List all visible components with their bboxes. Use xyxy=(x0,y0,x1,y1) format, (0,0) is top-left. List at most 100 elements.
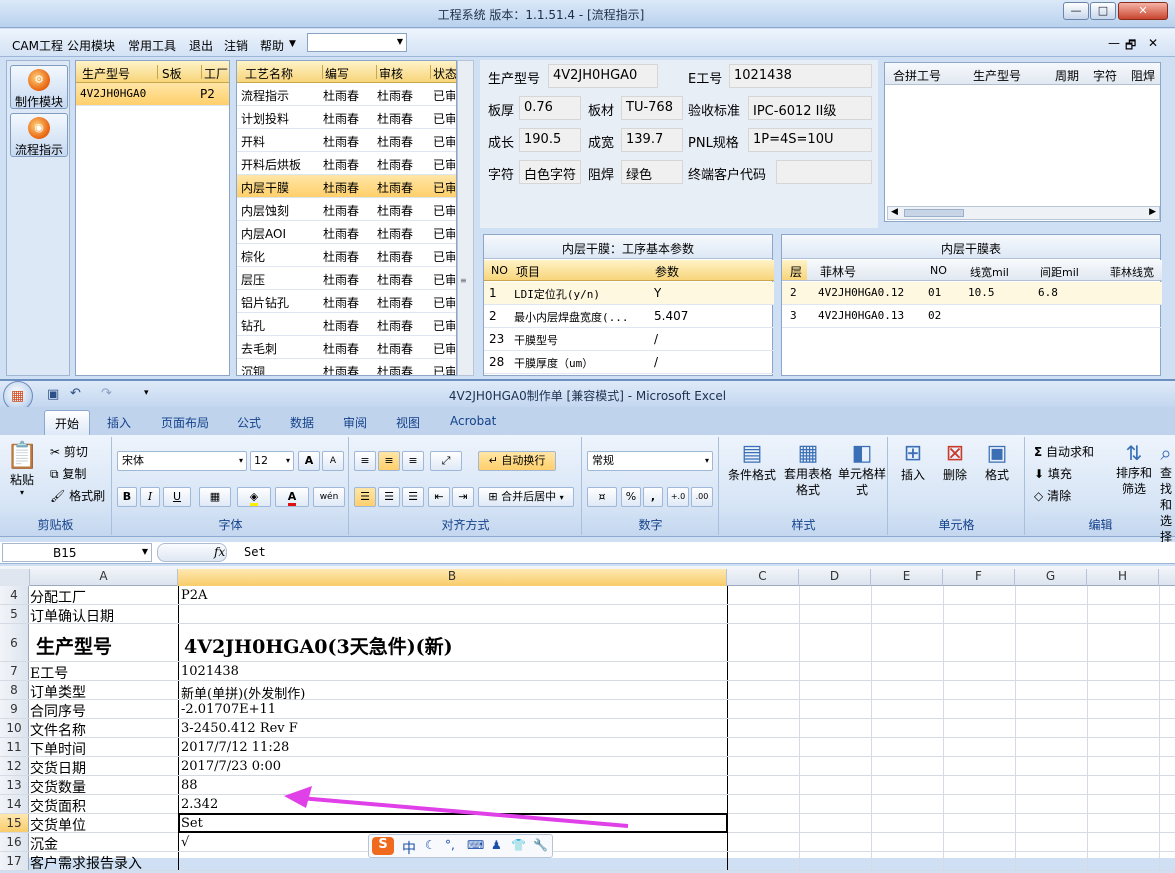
process-row[interactable]: 棕化 杜雨春 杜雨春 已审 xyxy=(237,244,456,267)
format-painter-button[interactable]: 🖌 格式刷 xyxy=(50,487,105,504)
process-row[interactable]: 内层干膜 杜雨春 杜雨春 已审 xyxy=(237,175,456,198)
nav-make-module[interactable]: ⚙ 制作模块 xyxy=(10,65,68,109)
tab-insert[interactable]: 插入 xyxy=(107,414,131,431)
copy-button[interactable]: ⧉ 复制 xyxy=(50,465,86,482)
col-e[interactable]: E xyxy=(871,569,943,586)
col-c[interactable]: C xyxy=(727,569,799,586)
model-row[interactable]: 4V2JH0HGA0 P2 xyxy=(76,83,229,106)
font-color-button[interactable]: A xyxy=(275,487,309,507)
sort-filter-button[interactable]: ⇅ 排序和筛选 xyxy=(1114,441,1154,497)
col-film-seq[interactable]: NO xyxy=(930,264,947,277)
underline-button[interactable]: U xyxy=(163,487,191,507)
col-author[interactable]: 编写 xyxy=(325,65,377,81)
tab-review[interactable]: 审阅 xyxy=(343,414,367,431)
fill-button[interactable]: ⬇ 填充 xyxy=(1034,465,1072,482)
col-params-no[interactable]: NO xyxy=(491,264,508,277)
menu-cam[interactable]: CAM工程 xyxy=(12,37,63,54)
col-merge-no[interactable]: 合拼工号 xyxy=(893,67,941,84)
col-merge-mask[interactable]: 阻焊 xyxy=(1131,67,1155,84)
italic-button[interactable]: I xyxy=(140,487,160,507)
ime-mode-toggle[interactable]: 中 xyxy=(402,838,416,858)
col-b[interactable]: B xyxy=(178,569,727,586)
tab-acrobat[interactable]: Acrobat xyxy=(450,414,496,428)
process-row[interactable]: 开料 杜雨春 杜雨春 已审 xyxy=(237,129,456,152)
align-left-button[interactable]: ☰ xyxy=(354,487,376,507)
process-row[interactable]: 内层AOI 杜雨春 杜雨春 已审 xyxy=(237,221,456,244)
wrap-text-button[interactable]: ↵ 自动换行 xyxy=(478,451,556,471)
pnl-field[interactable]: 1P=4S=10U xyxy=(748,128,872,152)
shrink-font-button[interactable]: A xyxy=(322,451,344,471)
keyboard-icon[interactable]: ⌨ xyxy=(467,838,484,852)
std-field[interactable]: IPC-6012 II级 xyxy=(748,96,872,120)
length-field[interactable]: 190.5 xyxy=(519,128,581,152)
insert-cells-button[interactable]: ⊞ 插入 xyxy=(895,441,931,483)
process-row[interactable]: 层压 杜雨春 杜雨春 已审 xyxy=(237,267,456,290)
tab-formulas[interactable]: 公式 xyxy=(237,414,261,431)
params-row[interactable]: 1 LDI定位孔(y/n) Y xyxy=(484,282,774,305)
font-size-select[interactable]: 12 ▾ xyxy=(250,451,294,471)
number-format-select[interactable]: 常规 ▾ xyxy=(587,451,713,471)
col-reviewer[interactable]: 审核 xyxy=(379,65,431,81)
percent-button[interactable]: % xyxy=(621,487,641,507)
merge-hscrollbar[interactable]: ◀ ▶ xyxy=(887,206,1160,220)
col-params-item[interactable]: 项目 xyxy=(516,263,540,280)
conditional-format-button[interactable]: ▤ 条件格式 xyxy=(726,441,778,483)
nav-flow-indicator[interactable]: ◉ 流程指示 xyxy=(10,113,68,157)
col-status[interactable]: 状态 xyxy=(433,65,456,81)
tab-data[interactable]: 数据 xyxy=(290,414,314,431)
customer-field[interactable] xyxy=(776,160,872,184)
material-field[interactable]: TU-768 xyxy=(621,96,683,120)
col-model[interactable]: 生产型号 xyxy=(82,65,158,81)
increase-decimal-button[interactable]: +.0 xyxy=(667,487,689,507)
clear-button[interactable]: ◇ 清除 xyxy=(1034,487,1071,504)
close-button[interactable]: ✕ xyxy=(1118,2,1168,20)
col-params-value[interactable]: 参数 xyxy=(655,263,679,280)
fill-color-button[interactable]: ◈ xyxy=(237,487,271,507)
col-g[interactable]: G xyxy=(1015,569,1087,586)
col-film-spacing[interactable]: 间距mil xyxy=(1040,264,1079,280)
width-field[interactable]: 139.7 xyxy=(621,128,683,152)
eno-field[interactable]: 1021438 xyxy=(729,64,872,88)
params-row[interactable]: 2 最小内层焊盘宽度(... 5.407 xyxy=(484,305,774,328)
col-film-linewidth[interactable]: 线宽mil xyxy=(970,264,1009,280)
merge-center-button[interactable]: ⊞ 合并后居中 ▾ xyxy=(478,487,574,507)
minimize-button[interactable]: — xyxy=(1063,2,1089,20)
mdi-restore-button[interactable]: 🗗 xyxy=(1125,36,1136,57)
char-field[interactable]: 白色字符 xyxy=(519,160,581,184)
film-row[interactable]: 3 4V2JH0HGA0.13 02 xyxy=(782,305,1162,328)
formula-input[interactable]: Set xyxy=(236,543,1172,562)
increase-indent-button[interactable]: ⇥ xyxy=(452,487,474,507)
params-row[interactable]: 28 干膜厚度（um） / xyxy=(484,351,774,374)
comma-button[interactable]: , xyxy=(643,487,663,507)
col-merge-cycle[interactable]: 周期 xyxy=(1055,67,1079,84)
process-row[interactable]: 计划投料 杜雨春 杜雨春 已审 xyxy=(237,106,456,129)
tab-home[interactable]: 开始 xyxy=(44,410,91,436)
mask-field[interactable]: 绿色 xyxy=(621,160,683,184)
align-top-button[interactable]: ≡ xyxy=(354,451,376,471)
user-icon[interactable]: ♟ xyxy=(491,838,502,852)
shirt-icon[interactable]: 👕 xyxy=(511,838,526,852)
grow-font-button[interactable]: A xyxy=(298,451,320,471)
col-film-no[interactable]: 菲林号 xyxy=(820,263,856,280)
params-row[interactable]: 23 干膜型号 / xyxy=(484,328,774,351)
menu-exit[interactable]: 退出 xyxy=(189,37,213,54)
process-row[interactable]: 去毛刺 杜雨春 杜雨春 已审 xyxy=(237,336,456,359)
mdi-close-button[interactable]: ✕ xyxy=(1148,36,1158,50)
menu-public[interactable]: 公用模块 xyxy=(67,37,115,54)
process-row[interactable]: 钻孔 杜雨春 杜雨春 已审 xyxy=(237,313,456,336)
col-factory[interactable]: 工厂 xyxy=(204,65,229,81)
col-merge-char[interactable]: 字符 xyxy=(1093,67,1117,84)
format-cells-button[interactable]: ▣ 格式 xyxy=(979,441,1015,483)
decrease-indent-button[interactable]: ⇤ xyxy=(428,487,450,507)
thick-field[interactable]: 0.76 xyxy=(519,96,581,120)
name-box[interactable]: B15 ▼ xyxy=(2,543,152,562)
process-scrollbar[interactable]: ≡ xyxy=(457,60,474,376)
process-row[interactable]: 内层蚀刻 杜雨春 杜雨春 已审 xyxy=(237,198,456,221)
cut-button[interactable]: ✂ 剪切 xyxy=(50,443,88,460)
moon-icon[interactable]: ☾ xyxy=(425,838,436,852)
mdi-minimize-button[interactable]: — xyxy=(1108,36,1120,50)
align-bottom-button[interactable]: ≡ xyxy=(402,451,424,471)
bold-button[interactable]: B xyxy=(117,487,137,507)
col-f[interactable]: F xyxy=(943,569,1015,586)
punctuation-icon[interactable]: °, xyxy=(445,838,455,852)
